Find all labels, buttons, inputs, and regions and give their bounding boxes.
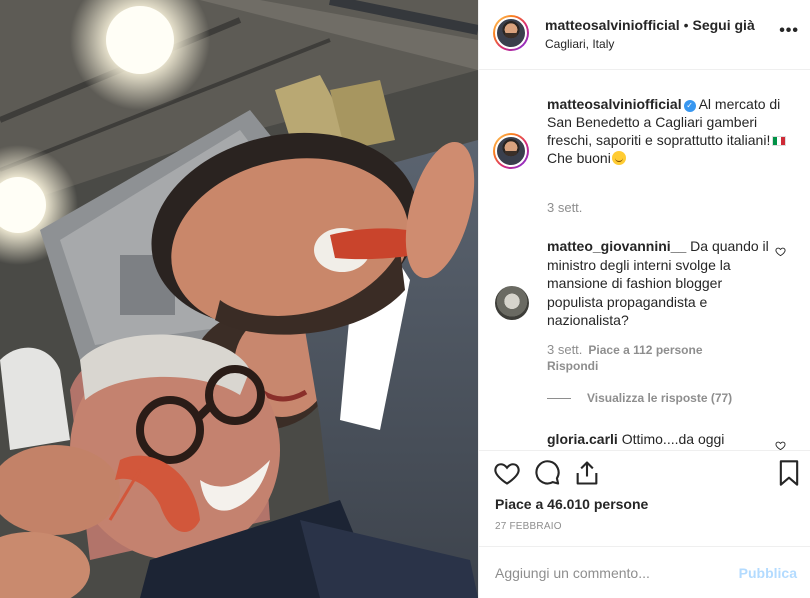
publish-button[interactable]: Pubblica xyxy=(739,565,797,581)
post-side-panel: matteosalviniofficial • Segui già Cagliari… xyxy=(478,0,810,598)
header-dot: • xyxy=(683,17,689,33)
post-date[interactable]: 27 FEBBRAIO xyxy=(495,521,562,532)
comment-likes[interactable]: Piace a 112 persone xyxy=(588,343,702,357)
share-upload-icon[interactable] xyxy=(573,459,601,487)
comment-item: matteo_giovannini__ Da quando il ministr… xyxy=(547,237,777,330)
follow-button[interactable]: Segui già xyxy=(693,17,755,33)
comment-text: Ottimo....da oggi xyxy=(621,431,725,447)
post-header: matteosalviniofficial • Segui già Cagliari… xyxy=(479,0,810,70)
post-photo[interactable] xyxy=(0,0,478,598)
caption-username[interactable]: matteosalviniofficial xyxy=(547,96,682,112)
likes-count[interactable]: Piace a 46.010 persone xyxy=(495,496,648,512)
smiling-face-icon xyxy=(611,151,626,165)
comment-meta: 3 sett. Piace a 112 persone xyxy=(547,342,703,357)
comment-item: gloria.carli Ottimo....da oggi xyxy=(547,431,777,449)
post-actions: Piace a 46.010 persone 27 FEBBRAIO xyxy=(479,450,810,547)
view-replies-button[interactable]: Visualizza le risposte (77) xyxy=(547,391,732,405)
photo-illustration xyxy=(0,0,478,598)
reply-button[interactable]: Rispondi xyxy=(547,359,598,373)
comment-timestamp[interactable]: 3 sett. xyxy=(547,342,582,357)
author-username[interactable]: matteosalviniofficial xyxy=(545,17,680,33)
comment-username[interactable]: matteo_giovannini__ xyxy=(547,238,686,254)
post-location[interactable]: Cagliari, Italy xyxy=(545,37,614,51)
comment-username[interactable]: gloria.carli xyxy=(547,431,618,447)
bookmark-icon[interactable] xyxy=(775,459,803,487)
commenter-avatar[interactable] xyxy=(495,286,529,320)
heart-icon[interactable] xyxy=(493,459,521,487)
italy-flag-icon xyxy=(772,136,787,146)
add-comment-bar: Aggiungi un commento... Pubblica xyxy=(479,546,810,598)
comment-input[interactable]: Aggiungi un commento... xyxy=(495,565,650,581)
more-horizontal-icon[interactable]: ••• xyxy=(779,22,799,40)
view-replies-label: Visualizza le risposte (77) xyxy=(587,391,733,405)
comment-like-heart-icon[interactable] xyxy=(775,246,786,257)
author-avatar[interactable] xyxy=(493,15,529,51)
caption-timestamp[interactable]: 3 sett. xyxy=(547,200,582,215)
comment-bubble-icon[interactable] xyxy=(533,459,561,487)
replies-divider xyxy=(547,398,571,400)
caption-author-avatar[interactable] xyxy=(493,133,529,169)
verified-badge-icon: ✓ xyxy=(683,100,696,112)
caption-text-2: Che buoni xyxy=(547,150,611,166)
post-caption: matteosalviniofficial ✓ Al mercato di San … xyxy=(547,95,799,167)
header-line: matteosalviniofficial • Segui già xyxy=(545,17,755,33)
